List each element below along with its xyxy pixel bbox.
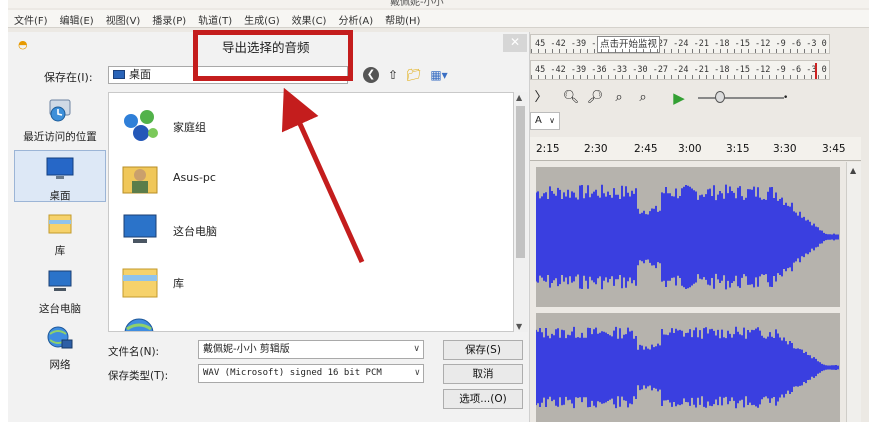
annotation-arrow-icon <box>281 87 365 264</box>
